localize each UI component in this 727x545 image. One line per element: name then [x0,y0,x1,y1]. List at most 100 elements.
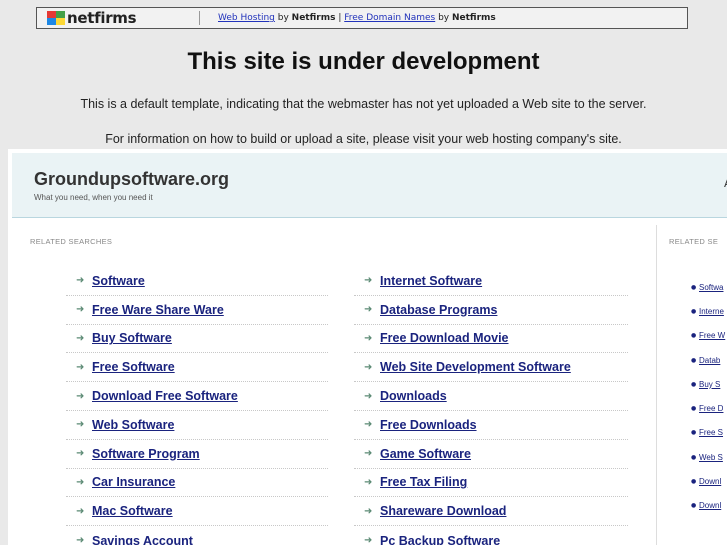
parked-header: Groundupsoftware.org What you need, when… [12,153,727,218]
side-link-item: ● Downl [691,469,725,493]
related-link-item: ➜ Free Software [66,353,328,383]
related-links-right-column: ➜ Internet Software ➜ Database Programs ➜ Fre… [354,267,628,545]
related-link[interactable]: Game Software [380,447,471,461]
arrow-right-icon: ➜ [76,390,85,402]
banner-by-text: by [274,13,292,23]
domain-tagline: What you need, when you need it [34,193,153,202]
side-link-item: ● Interne [691,299,725,323]
related-searches-label: RELATED SEARCHES [30,237,113,246]
related-link-item: ➜ Shareware Download [354,497,628,527]
related-link[interactable]: Free Ware Share Ware [92,303,224,317]
related-searches-main: RELATED SEARCHES ➜ Software ➜ Free Ware Sha… [12,225,656,545]
arrow-right-icon: ➜ [364,505,373,517]
related-links-left-column: ➜ Software ➜ Free Ware Share Ware ➜ Buy Softw… [66,267,328,545]
related-link[interactable]: Free Downloads [380,418,477,432]
related-link-item: ➜ Database Programs [354,296,628,325]
banner-brand: Netfirms [451,13,496,23]
related-link[interactable]: Buy Software [92,331,172,345]
bullet-icon: ● [691,478,697,486]
related-link[interactable]: Free Download Movie [380,331,509,345]
related-link[interactable]: Software Program [92,447,200,461]
related-link[interactable]: Internet Software [380,274,482,288]
bullet-icon: ● [691,332,697,340]
bullet-icon: ● [691,307,697,315]
related-link[interactable]: Free Tax Filing [380,475,467,489]
related-link-item: ➜ Internet Software [354,267,628,296]
side-link-item: ● Softwa [691,275,725,299]
bullet-icon: ● [691,429,697,437]
related-link[interactable]: Web Site Development Software [380,360,571,374]
related-link-item: ➜ Pc Backup Software [354,526,628,545]
related-link-item: ➜ Software Program [66,440,328,469]
related-link-item: ➜ Free Ware Share Ware [66,296,328,325]
arrow-right-icon: ➜ [76,332,85,344]
bullet-icon: ● [691,283,697,291]
arrow-right-icon: ➜ [364,476,373,488]
side-link-item: ● Free W [691,324,725,348]
side-link[interactable]: Datab [699,356,720,365]
arrow-right-icon: ➜ [76,275,85,287]
arrow-right-icon: ➜ [364,304,373,316]
related-link[interactable]: Shareware Download [380,504,506,518]
page-title: This site is under development [187,48,540,75]
side-link-item: ● Free S [691,421,725,445]
related-link[interactable]: Download Free Software [92,389,238,403]
arrow-right-icon: ➜ [76,361,85,373]
arrow-right-icon: ➜ [76,476,85,488]
related-link[interactable]: Savings Account [92,534,193,545]
related-link[interactable]: Free Software [92,360,175,374]
related-link-item: ➜ Free Tax Filing [354,469,628,498]
related-link-item: ➜ Game Software [354,440,628,469]
side-link[interactable]: Free S [699,428,723,437]
arrow-right-icon: ➜ [76,419,85,431]
bullet-icon: ● [691,380,697,388]
related-link-item: ➜ Mac Software [66,497,328,527]
side-link[interactable]: Buy S [699,380,720,389]
banner-divider [199,11,200,25]
side-link[interactable]: Softwa [699,283,723,292]
side-link[interactable]: Downl [699,477,721,486]
related-link-item: ➜ Savings Account [66,526,328,545]
banner-links: Web Hosting by Netfirms | Free Domain Na… [218,13,496,23]
bullet-icon: ● [691,453,697,461]
info-text-hosting: For information on how to build or uploa… [105,132,622,146]
arrow-right-icon: ➜ [364,390,373,402]
banner-by-text: by [435,13,452,23]
netfirms-banner: netfirms Web Hosting by Netfirms | Free … [36,7,688,29]
arrow-right-icon: ➜ [76,535,85,545]
arrow-right-icon: ➜ [364,275,373,287]
related-link[interactable]: Mac Software [92,504,173,518]
side-link[interactable]: Downl [699,501,721,510]
netfirms-logo-text: netfirms [67,9,137,27]
info-text-default-template: This is a default template, indicating t… [80,97,647,111]
web-hosting-link[interactable]: Web Hosting [218,13,275,23]
side-link[interactable]: Free W [699,331,725,340]
side-link-item: ● Web S [691,445,725,469]
related-link[interactable]: Downloads [380,389,447,403]
side-link[interactable]: Free D [699,404,723,413]
side-link[interactable]: Interne [699,307,724,316]
netfirms-logo[interactable]: netfirms [47,9,183,27]
related-link[interactable]: Software [92,274,145,288]
sidebar-related-label: RELATED SE [669,237,719,246]
banner-brand: Netfirms [291,13,336,23]
related-link-item: ➜ Downloads [354,382,628,411]
related-link[interactable]: Database Programs [380,303,497,317]
sidebar-related-links: ● Softwa ● Interne ● Free W ● Datab ● Buy S ● Free … [691,275,725,518]
arrow-right-icon: ➜ [364,535,373,545]
related-link-item: ➜ Web Site Development Software [354,353,628,383]
bullet-icon: ● [691,405,697,413]
related-link-item: ➜ Free Downloads [354,411,628,440]
related-link-item: ➜ Buy Software [66,325,328,354]
side-link-item: ● Datab [691,348,725,372]
related-link[interactable]: Pc Backup Software [380,534,500,545]
related-link[interactable]: Car Insurance [92,475,175,489]
arrow-right-icon: ➜ [76,448,85,460]
side-link[interactable]: Web S [699,453,723,462]
related-searches-sidebar: RELATED SE ● Softwa ● Interne ● Free W ● Datab ●… [656,225,727,545]
free-domain-names-link[interactable]: Free Domain Names [344,13,435,23]
related-link-item: ➜ Free Download Movie [354,325,628,354]
bullet-icon: ● [691,356,697,364]
arrow-right-icon: ➜ [364,419,373,431]
related-link[interactable]: Web Software [92,418,174,432]
